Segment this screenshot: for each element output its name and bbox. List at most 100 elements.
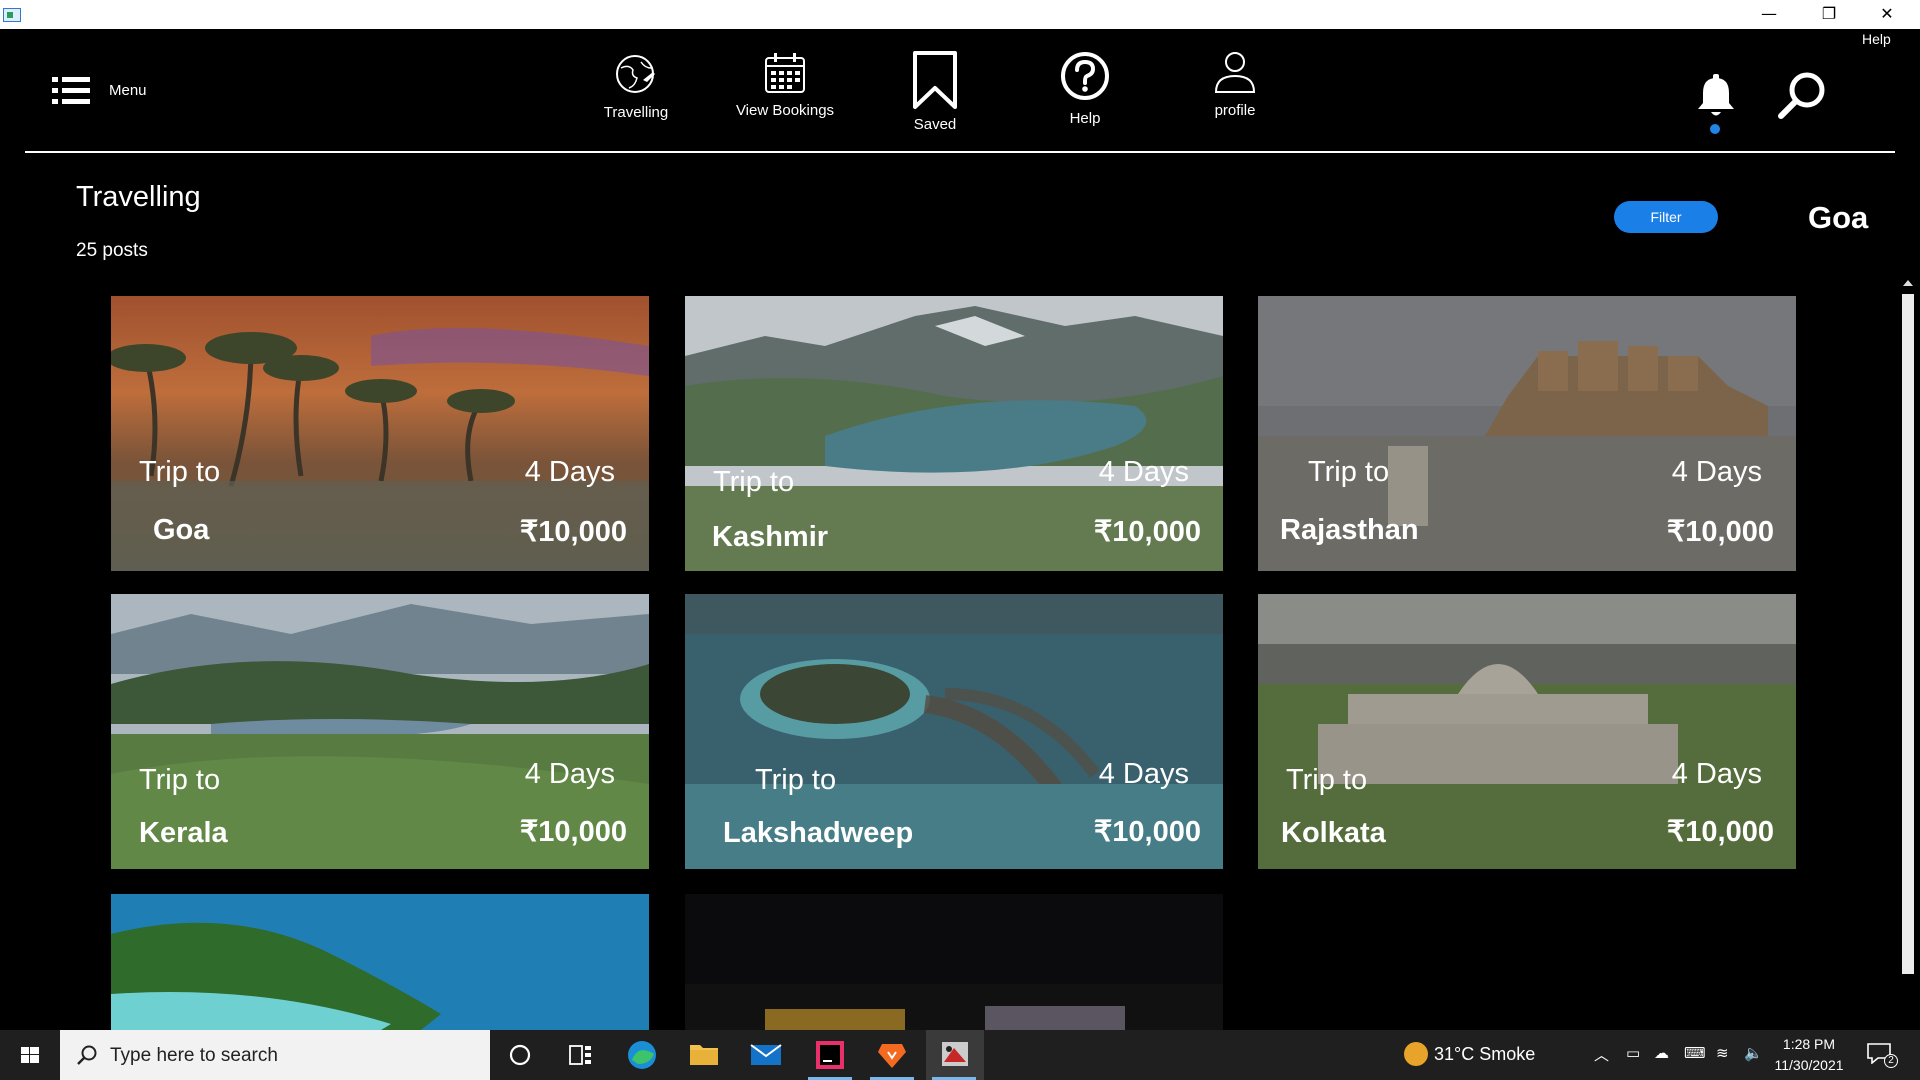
nav-label: View Bookings <box>735 102 835 119</box>
filter-button[interactable]: Filter <box>1614 201 1718 233</box>
page-title: Travelling <box>76 181 201 213</box>
mail-icon <box>750 1044 782 1065</box>
trip-destination: Kolkata <box>1281 817 1386 849</box>
nav-saved[interactable]: Saved <box>860 50 1010 142</box>
intellij-app[interactable] <box>802 1030 858 1080</box>
notification-dot <box>1710 124 1720 134</box>
trip-price: ₹10,000 <box>1666 816 1774 848</box>
edge-app[interactable] <box>614 1030 670 1080</box>
close-button[interactable]: ✕ <box>1864 0 1910 29</box>
nav-divider <box>25 151 1895 153</box>
trip-card-lakshadweep[interactable]: Trip to 4 Days Lakshadweep ₹10,000 <box>685 594 1223 869</box>
notifications-button[interactable] <box>1696 74 1736 136</box>
action-center-button[interactable]: 2 <box>1866 1042 1898 1068</box>
folder-icon <box>690 1045 718 1065</box>
user-icon <box>1214 52 1256 93</box>
maximize-button[interactable]: ❐ <box>1806 0 1852 29</box>
nav-label: profile <box>1214 102 1256 119</box>
cloud-icon[interactable]: ☁ <box>1654 1044 1669 1062</box>
clock-time: 1:28 PM <box>1782 1036 1836 1052</box>
notification-count: 2 <box>1884 1054 1898 1068</box>
weather-text[interactable]: 31°C Smoke <box>1434 1044 1535 1065</box>
windows-logo-icon <box>21 1047 39 1063</box>
menu-icon <box>52 77 90 104</box>
calendar-icon <box>765 53 805 93</box>
app-icon <box>3 8 21 22</box>
question-circle-icon <box>1061 52 1109 100</box>
nav-label: Help <box>1069 110 1101 127</box>
trip-card-rajasthan[interactable]: Trip to 4 Days Rajasthan ₹10,000 <box>1258 296 1796 571</box>
trip-card-kerala[interactable]: Trip to 4 Days Kerala ₹10,000 <box>111 594 649 869</box>
nav-travelling[interactable]: Travelling <box>561 50 711 142</box>
travel-app[interactable] <box>926 1030 984 1080</box>
minimize-button[interactable]: — <box>1746 0 1792 29</box>
trip-destination: Lakshadweep <box>723 817 914 849</box>
trip-duration: 4 Days <box>1671 758 1762 790</box>
meet-now-icon[interactable]: ▭ <box>1626 1044 1640 1062</box>
file-explorer-app[interactable] <box>676 1030 732 1080</box>
task-view-icon <box>569 1045 591 1065</box>
start-button[interactable] <box>0 1030 60 1080</box>
trip-duration: 4 Days <box>1098 456 1189 488</box>
input-method-icon[interactable]: ⌨ <box>1684 1044 1706 1062</box>
nav-view-bookings[interactable]: View Bookings <box>710 50 860 142</box>
bell-icon <box>1698 74 1734 116</box>
intellij-icon <box>816 1041 844 1069</box>
help-link[interactable]: Help <box>1862 31 1891 47</box>
trip-card-kolkata[interactable]: Trip to 4 Days Kolkata ₹10,000 <box>1258 594 1796 869</box>
clock[interactable]: 1:28 PM 11/30/2021 <box>1772 1034 1846 1076</box>
trip-label: Trip to <box>755 764 837 796</box>
trip-card-kashmir[interactable]: Trip to 4 Days Kashmir ₹10,000 <box>685 296 1223 571</box>
globe-plane-icon <box>616 55 655 93</box>
trip-duration: 4 Days <box>524 758 615 790</box>
menu-label: Menu <box>109 82 147 99</box>
mail-app[interactable] <box>738 1030 794 1080</box>
volume-icon[interactable]: 🔈 <box>1744 1044 1763 1062</box>
nav-profile[interactable]: profile <box>1160 50 1310 142</box>
taskbar: Type here to search 31°C Smoke ︿ ▭ ☁ ⌨ ≋… <box>0 1030 1920 1080</box>
scroll-up-arrow[interactable] <box>1903 280 1913 286</box>
show-hidden-icons-chevron-icon[interactable]: ︿ <box>1594 1044 1609 1065</box>
travel-app-icon <box>942 1042 968 1066</box>
bookmark-icon <box>913 51 957 109</box>
scrollbar[interactable] <box>1900 280 1916 1028</box>
trip-price: ₹10,000 <box>519 516 627 548</box>
trip-card-golden-temple[interactable] <box>685 894 1223 1030</box>
trip-duration: 4 Days <box>1098 758 1189 790</box>
taskbar-search-box[interactable]: Type here to search <box>60 1030 490 1080</box>
trip-label: Trip to <box>1308 456 1390 488</box>
menu-button[interactable]: Menu <box>52 74 162 108</box>
trip-destination: Rajasthan <box>1280 514 1419 546</box>
brave-app[interactable] <box>864 1030 920 1080</box>
trip-duration: 4 Days <box>1671 456 1762 488</box>
island-coast-image <box>111 894 649 1030</box>
trip-price: ₹10,000 <box>1666 516 1774 548</box>
scroll-thumb[interactable] <box>1902 294 1914 974</box>
nav-help[interactable]: Help <box>1010 50 1160 142</box>
trip-price: ₹10,000 <box>519 816 627 848</box>
trip-destination: Goa <box>153 514 210 546</box>
search-placeholder: Type here to search <box>110 1045 278 1066</box>
search-icon <box>77 1045 97 1065</box>
search-icon <box>1778 72 1825 119</box>
trip-label: Trip to <box>1286 764 1368 796</box>
edge-icon <box>628 1041 656 1069</box>
trip-duration: 4 Days <box>524 456 615 488</box>
cortana-button[interactable] <box>492 1030 548 1080</box>
trip-card-goa[interactable]: Trip to 4 Days Goa ₹10,000 <box>111 296 649 571</box>
cortana-icon <box>509 1044 531 1066</box>
trip-price: ₹10,000 <box>1093 816 1201 848</box>
nav-label: Saved <box>913 116 957 133</box>
post-count: 25 posts <box>76 240 148 261</box>
clock-date: 11/30/2021 <box>1774 1057 1844 1073</box>
search-button[interactable] <box>1776 70 1828 122</box>
trip-destination: Kashmir <box>712 521 829 553</box>
trip-label: Trip to <box>139 764 221 796</box>
wifi-icon[interactable]: ≋ <box>1716 1044 1729 1062</box>
location-label: Goa <box>1808 200 1869 235</box>
trip-label: Trip to <box>139 456 221 488</box>
trip-card-island[interactable] <box>111 894 649 1030</box>
trip-price: ₹10,000 <box>1093 516 1201 548</box>
trip-label: Trip to <box>713 466 795 498</box>
task-view-button[interactable] <box>552 1030 608 1080</box>
